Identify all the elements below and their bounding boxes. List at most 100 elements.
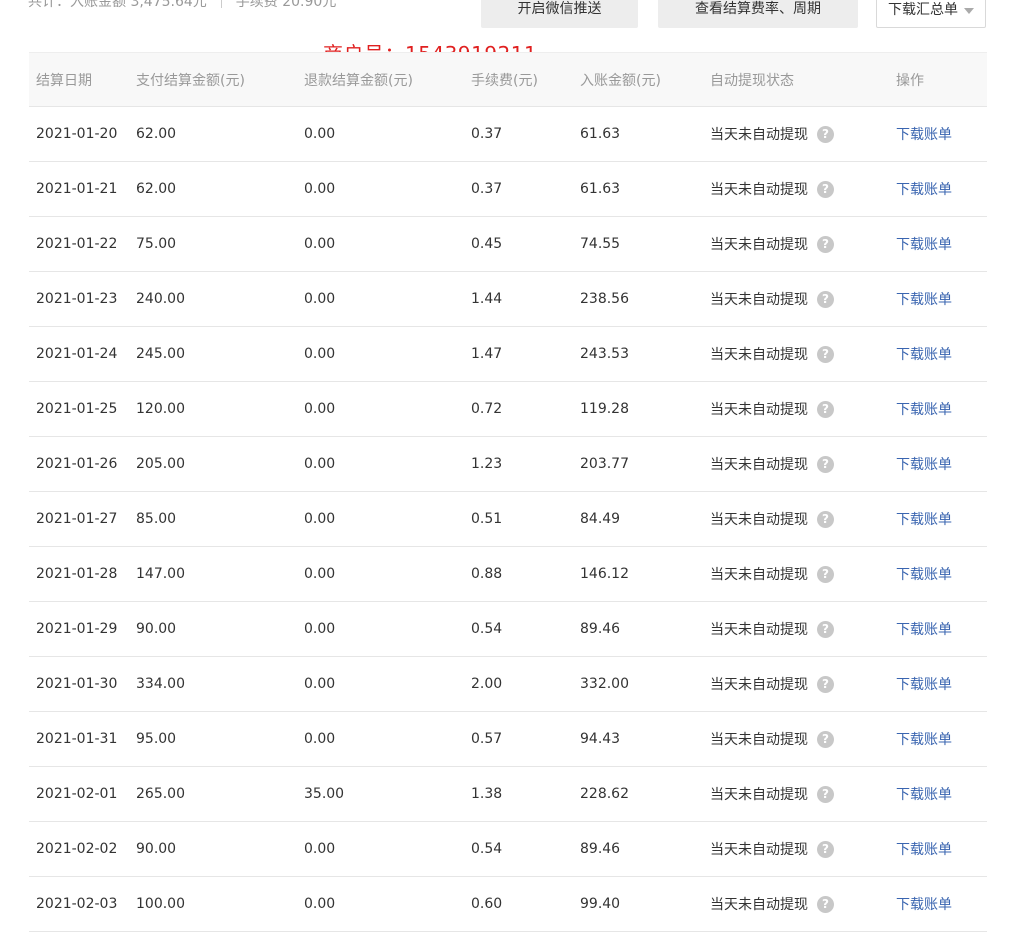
status-text: 当天未自动提现 xyxy=(710,292,808,308)
status-text: 当天未自动提现 xyxy=(710,842,808,858)
cell-date: 2021-01-26 xyxy=(36,456,118,472)
status-text: 当天未自动提现 xyxy=(710,567,808,583)
view-rate-cycle-button[interactable]: 查看结算费率、周期 xyxy=(658,0,858,28)
cell-action: 下载账单 xyxy=(896,217,952,271)
cell-pay-amount: 100.00 xyxy=(136,896,185,912)
download-bill-link[interactable]: 下载账单 xyxy=(896,509,952,529)
cell-pay-amount: 265.00 xyxy=(136,786,185,802)
cell-refund-amount: 0.00 xyxy=(304,291,336,307)
download-bill-link[interactable]: 下载账单 xyxy=(896,784,952,804)
cell-action: 下载账单 xyxy=(896,492,952,546)
status-text: 当天未自动提现 xyxy=(710,512,808,528)
settlement-page: 共计：入账金额 3,475.64元 手续费 20.90元 开启微信推送 查看结算费… xyxy=(0,0,1016,943)
cell-refund-amount: 0.00 xyxy=(304,621,336,637)
cell-action: 下载账单 xyxy=(896,382,952,436)
cell-action: 下载账单 xyxy=(896,547,952,601)
table-row: 2021-01-20 62.00 0.00 0.37 61.63 当天未自动提现? 下载账单 xyxy=(29,107,987,162)
status-text: 当天未自动提现 xyxy=(710,127,808,143)
cell-pay-amount: 120.00 xyxy=(136,401,185,417)
download-bill-link[interactable]: 下载账单 xyxy=(896,344,952,364)
download-bill-link[interactable]: 下载账单 xyxy=(896,619,952,639)
cell-net-amount: 89.46 xyxy=(580,621,621,637)
cell-auto-withdraw-status: 当天未自动提现? xyxy=(710,107,834,161)
help-circle-icon[interactable]: ? xyxy=(817,785,834,803)
download-bill-link[interactable]: 下载账单 xyxy=(896,894,952,914)
cell-date: 2021-01-27 xyxy=(36,511,118,527)
help-circle-icon[interactable]: ? xyxy=(817,895,834,913)
help-circle-icon[interactable]: ? xyxy=(817,290,834,308)
download-bill-link[interactable]: 下载账单 xyxy=(896,289,952,309)
cell-net-amount: 203.77 xyxy=(580,456,629,472)
help-circle-icon[interactable]: ? xyxy=(817,730,834,748)
cell-date: 2021-01-23 xyxy=(36,291,118,307)
wechat-push-button[interactable]: 开启微信推送 xyxy=(481,0,638,28)
cell-auto-withdraw-status: 当天未自动提现? xyxy=(710,492,834,546)
cell-date: 2021-01-21 xyxy=(36,181,118,197)
cell-fee: 0.37 xyxy=(471,126,503,142)
settlement-summary: 共计：入账金额 3,475.64元 手续费 20.90元 xyxy=(28,0,336,11)
cell-refund-amount: 0.00 xyxy=(304,346,336,362)
help-circle-icon[interactable]: ? xyxy=(817,455,834,473)
cell-auto-withdraw-status: 当天未自动提现? xyxy=(710,217,834,271)
cell-fee: 0.57 xyxy=(471,731,503,747)
help-circle-icon[interactable]: ? xyxy=(817,565,834,583)
cell-auto-withdraw-status: 当天未自动提现? xyxy=(710,437,834,491)
cell-pay-amount: 95.00 xyxy=(136,731,177,747)
cell-auto-withdraw-status: 当天未自动提现? xyxy=(710,712,834,766)
table-body: 2021-01-20 62.00 0.00 0.37 61.63 当天未自动提现? 下载账单… xyxy=(29,107,987,932)
download-bill-link[interactable]: 下载账单 xyxy=(896,179,952,199)
cell-auto-withdraw-status: 当天未自动提现? xyxy=(710,767,834,821)
help-circle-icon[interactable]: ? xyxy=(817,180,834,198)
status-text: 当天未自动提现 xyxy=(710,347,808,363)
table-row: 2021-01-22 75.00 0.00 0.45 74.55 当天未自动提现? 下载账单 xyxy=(29,217,987,272)
header-pay-amount: 支付结算金额(元) xyxy=(136,72,245,89)
download-bill-link[interactable]: 下载账单 xyxy=(896,674,952,694)
cell-auto-withdraw-status: 当天未自动提现? xyxy=(710,877,834,931)
cell-refund-amount: 0.00 xyxy=(304,566,336,582)
cell-action: 下载账单 xyxy=(896,107,952,161)
download-summary-dropdown[interactable]: 下载汇总单 xyxy=(876,0,986,28)
download-bill-link[interactable]: 下载账单 xyxy=(896,124,952,144)
help-circle-icon[interactable]: ? xyxy=(817,510,834,528)
cell-net-amount: 94.43 xyxy=(580,731,621,747)
cell-net-amount: 89.46 xyxy=(580,841,621,857)
cell-pay-amount: 85.00 xyxy=(136,511,177,527)
help-circle-icon[interactable]: ? xyxy=(817,400,834,418)
help-circle-icon[interactable]: ? xyxy=(817,620,834,638)
download-bill-link[interactable]: 下载账单 xyxy=(896,399,952,419)
download-bill-link[interactable]: 下载账单 xyxy=(896,729,952,749)
cell-date: 2021-01-29 xyxy=(36,621,118,637)
cell-auto-withdraw-status: 当天未自动提现? xyxy=(710,822,834,876)
cell-fee: 0.51 xyxy=(471,511,503,527)
cell-fee: 0.54 xyxy=(471,841,503,857)
cell-pay-amount: 147.00 xyxy=(136,566,185,582)
cell-refund-amount: 0.00 xyxy=(304,731,336,747)
cell-pay-amount: 75.00 xyxy=(136,236,177,252)
download-bill-link[interactable]: 下载账单 xyxy=(896,564,952,584)
cell-date: 2021-02-02 xyxy=(36,841,118,857)
download-bill-link[interactable]: 下载账单 xyxy=(896,839,952,859)
help-circle-icon[interactable]: ? xyxy=(817,235,834,253)
cell-action: 下载账单 xyxy=(896,657,952,711)
cell-pay-amount: 245.00 xyxy=(136,346,185,362)
cell-net-amount: 332.00 xyxy=(580,676,629,692)
table-row: 2021-01-26 205.00 0.00 1.23 203.77 当天未自动提现? 下载… xyxy=(29,437,987,492)
status-text: 当天未自动提现 xyxy=(710,732,808,748)
cell-fee: 1.44 xyxy=(471,291,503,307)
help-circle-icon[interactable]: ? xyxy=(817,345,834,363)
table-row: 2021-01-25 120.00 0.00 0.72 119.28 当天未自动提现? 下载… xyxy=(29,382,987,437)
cell-refund-amount: 0.00 xyxy=(304,236,336,252)
cell-auto-withdraw-status: 当天未自动提现? xyxy=(710,657,834,711)
table-row: 2021-01-29 90.00 0.00 0.54 89.46 当天未自动提现? 下载账单 xyxy=(29,602,987,657)
download-bill-link[interactable]: 下载账单 xyxy=(896,234,952,254)
summary-fee: 手续费 20.90元 xyxy=(235,0,337,10)
status-text: 当天未自动提现 xyxy=(710,457,808,473)
table-row: 2021-01-31 95.00 0.00 0.57 94.43 当天未自动提现? 下载账单 xyxy=(29,712,987,767)
help-circle-icon[interactable]: ? xyxy=(817,840,834,858)
cell-net-amount: 74.55 xyxy=(580,236,621,252)
help-circle-icon[interactable]: ? xyxy=(817,675,834,693)
help-circle-icon[interactable]: ? xyxy=(817,125,834,143)
table-row: 2021-01-23 240.00 0.00 1.44 238.56 当天未自动提现? 下载… xyxy=(29,272,987,327)
cell-pay-amount: 62.00 xyxy=(136,181,177,197)
download-bill-link[interactable]: 下载账单 xyxy=(896,454,952,474)
